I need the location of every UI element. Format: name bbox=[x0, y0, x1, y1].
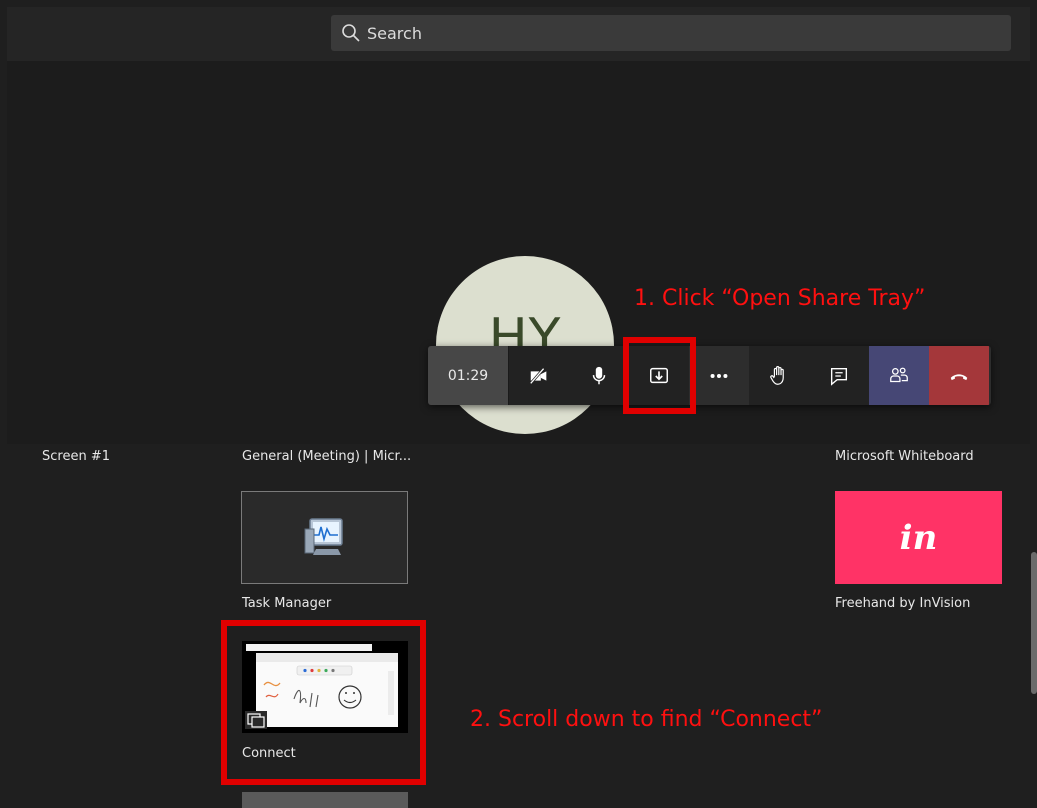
tray-label-screen: Screen #1 bbox=[42, 449, 110, 464]
annotation-step1: 1. Click “Open Share Tray” bbox=[634, 286, 926, 311]
camera-button[interactable] bbox=[509, 346, 569, 405]
more-icon bbox=[710, 373, 728, 378]
invision-tile[interactable]: in bbox=[835, 491, 1002, 584]
annotation-step2: 2. Scroll down to find “Connect” bbox=[470, 707, 823, 732]
meeting-controls: 01:29 bbox=[428, 346, 991, 405]
chat-button[interactable] bbox=[809, 346, 869, 405]
search-placeholder: Search bbox=[367, 23, 422, 43]
search-bar[interactable]: Search bbox=[331, 15, 1011, 51]
highlight-share-tray bbox=[623, 337, 696, 414]
search-icon bbox=[342, 24, 360, 42]
camera-off-icon bbox=[529, 367, 547, 384]
tray-scrollbar[interactable] bbox=[1031, 552, 1037, 694]
tray-label-task-manager: Task Manager bbox=[242, 596, 332, 611]
participant-avatar: HY bbox=[436, 256, 614, 434]
participants-icon bbox=[890, 367, 908, 382]
tray-label-whiteboard: Microsoft Whiteboard bbox=[835, 449, 974, 464]
raise-hand-button[interactable] bbox=[749, 346, 809, 405]
tray-label-general-meeting: General (Meeting) | Micr... bbox=[242, 449, 412, 464]
microphone-button[interactable] bbox=[569, 346, 629, 405]
highlight-connect bbox=[221, 620, 426, 785]
more-actions-button[interactable] bbox=[689, 346, 749, 405]
task-manager-tile[interactable] bbox=[241, 491, 408, 584]
tray-label-invision: Freehand by InVision bbox=[835, 596, 971, 611]
invision-logo: in bbox=[899, 517, 938, 558]
task-manager-icon bbox=[304, 518, 343, 555]
next-tile-partial[interactable] bbox=[242, 792, 408, 808]
microphone-icon bbox=[592, 366, 606, 384]
participants-button[interactable] bbox=[869, 346, 929, 405]
hang-up-icon bbox=[950, 373, 968, 380]
chat-icon bbox=[830, 367, 848, 386]
hang-up-button[interactable] bbox=[929, 346, 989, 405]
raise-hand-icon bbox=[770, 365, 784, 385]
call-timer: 01:29 bbox=[428, 346, 509, 405]
